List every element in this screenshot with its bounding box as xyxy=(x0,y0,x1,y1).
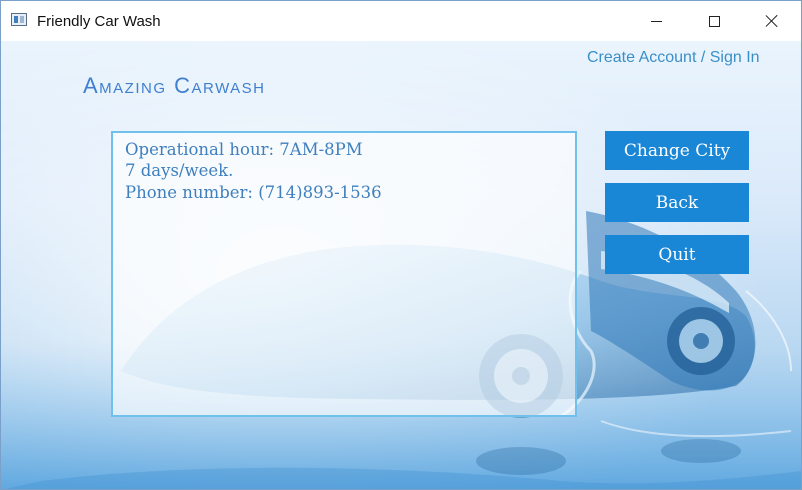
info-line-phone: Phone number: (714)893-1536 xyxy=(125,182,382,202)
maximize-icon xyxy=(708,15,720,27)
app-window-icon xyxy=(11,13,27,26)
brand-title: Amazing Carwash xyxy=(83,73,266,98)
back-button[interactable]: Back xyxy=(605,183,749,222)
info-text-area[interactable]: Operational hour: 7AM-8PM 7 days/week. P… xyxy=(111,131,577,417)
create-account-sign-in-link[interactable]: Create Account / Sign In xyxy=(587,49,760,67)
window-title: Friendly Car Wash xyxy=(37,13,161,30)
close-button[interactable] xyxy=(743,1,801,41)
main-panel: Create Account / Sign In Amazing Carwash… xyxy=(1,41,801,489)
minimize-button[interactable] xyxy=(627,1,685,41)
minimize-icon xyxy=(650,20,662,22)
app-window: Friendly Car Wash Create Account / Sign … xyxy=(0,0,802,490)
title-bar[interactable]: Friendly Car Wash xyxy=(1,1,801,41)
change-city-button[interactable]: Change City xyxy=(605,131,749,170)
maximize-button[interactable] xyxy=(685,1,743,41)
close-icon xyxy=(765,14,779,28)
quit-button[interactable]: Quit xyxy=(605,235,749,274)
info-line-hours: Operational hour: 7AM-8PM xyxy=(125,140,363,159)
info-line-days: 7 days/week. xyxy=(125,161,234,181)
